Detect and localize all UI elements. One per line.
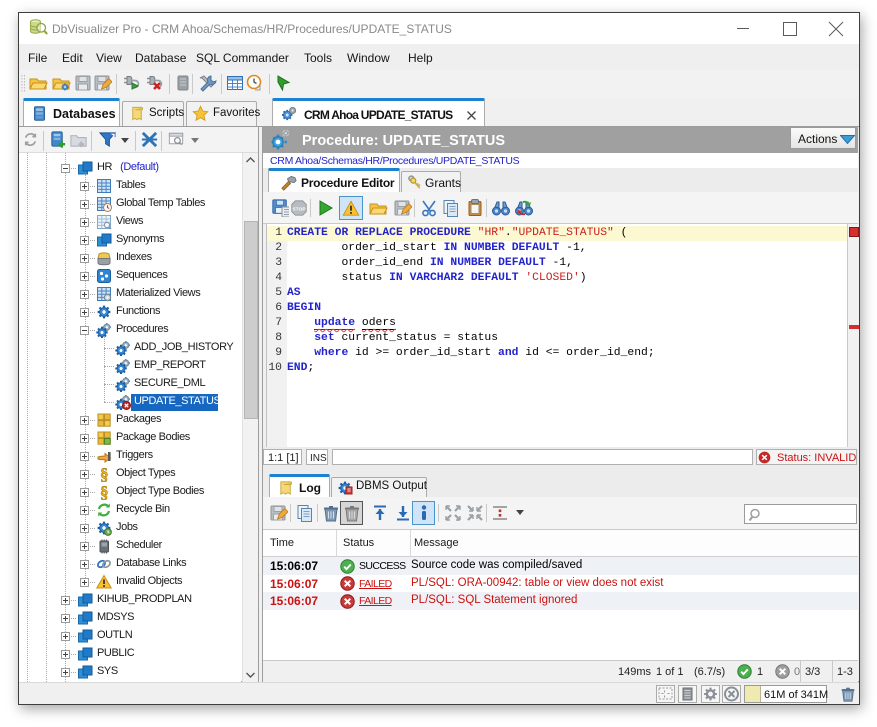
svg-text:STOP: STOP [292,206,306,212]
